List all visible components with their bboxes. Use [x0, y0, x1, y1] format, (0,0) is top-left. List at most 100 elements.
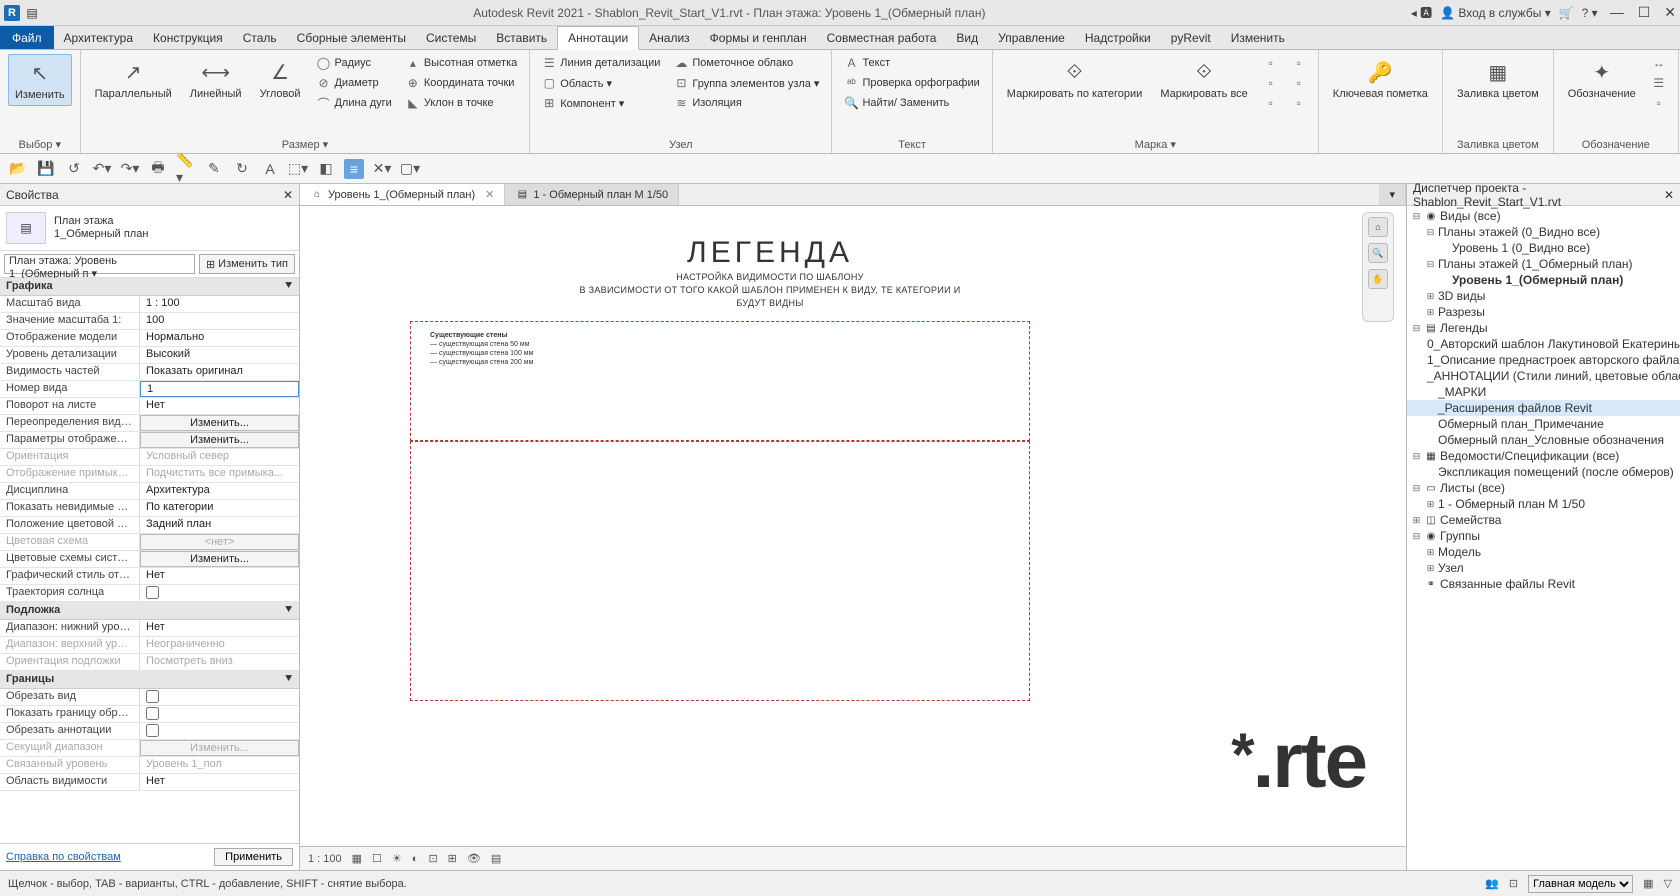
qat-undo-icon[interactable]: ↶▾ — [92, 159, 112, 179]
qat-redo-icon[interactable]: ↷▾ — [120, 159, 140, 179]
menu-архитектура[interactable]: Архитектура — [54, 26, 144, 49]
prop-row[interactable]: Область видимостиНет — [0, 774, 299, 791]
detail-line-button[interactable]: ☰Линия детализации — [538, 54, 664, 72]
prop-section[interactable]: Подложка⯆ — [0, 602, 299, 620]
prop-row[interactable]: Отображение примыка...Подчистить все при… — [0, 466, 299, 483]
tree-item[interactable]: ⊞1 - Обмерный план М 1/50 — [1407, 496, 1680, 512]
navigation-bar[interactable]: ⌂ 🔍 ✋ — [1362, 212, 1394, 322]
tree-item[interactable]: Экспликация помещений (после обмеров) — [1407, 464, 1680, 480]
tree-item[interactable]: ⊞3D виды — [1407, 288, 1680, 304]
tree-item[interactable]: Уровень 1_(Обмерный план) — [1407, 272, 1680, 288]
tree-item[interactable]: ⊞Разрезы — [1407, 304, 1680, 320]
diameter-button[interactable]: ⊘Диаметр — [312, 74, 395, 92]
text-button[interactable]: AТекст — [840, 54, 983, 72]
colorfill-button[interactable]: ▦Заливка цветом — [1451, 54, 1545, 104]
tag-small-4[interactable]: ▫ — [1288, 54, 1310, 72]
view-tab[interactable]: ▤1 - Обмерный план М 1/50 — [505, 184, 679, 205]
edit-type-button[interactable]: ⊞ Изменить тип — [199, 254, 295, 274]
prop-row[interactable]: Значение масштаба 1:100 — [0, 313, 299, 330]
tag-small-3[interactable]: ▫ — [1260, 94, 1282, 112]
menu-вид[interactable]: Вид — [946, 26, 988, 49]
properties-help-link[interactable]: Справка по свойствам — [6, 851, 121, 863]
tree-item[interactable]: Обмерный план_Условные обозначения — [1407, 432, 1680, 448]
prop-section[interactable]: Графика⯆ — [0, 278, 299, 296]
menu-аннотации[interactable]: Аннотации — [557, 26, 639, 50]
menu-анализ[interactable]: Анализ — [639, 26, 700, 49]
scale-control[interactable]: 1 : 100 — [308, 853, 342, 865]
tree-item[interactable]: ⚭Связанные файлы Revit — [1407, 576, 1680, 592]
menu-вставить[interactable]: Вставить — [486, 26, 557, 49]
qat-text-icon[interactable]: A — [260, 159, 280, 179]
qat-save-icon[interactable]: 💾 — [36, 159, 56, 179]
properties-grid[interactable]: Графика⯆Масштаб вида1 : 100Значение масш… — [0, 278, 299, 843]
qat-open-icon[interactable]: 📂 — [8, 159, 28, 179]
prop-row[interactable]: Переопределения види...Изменить... — [0, 415, 299, 432]
menu-сталь[interactable]: Сталь — [233, 26, 287, 49]
spot-coord-button[interactable]: ⊕Координата точки — [402, 74, 521, 92]
tree-item[interactable]: _АННОТАЦИИ (Стили линий, цветовые област… — [1407, 368, 1680, 384]
prop-row[interactable]: Диапазон: нижний уров...Нет — [0, 620, 299, 637]
region-button[interactable]: ▢Область ▾ — [538, 74, 664, 92]
detailgroup-button[interactable]: ⊡Группа элементов узла ▾ — [670, 74, 823, 92]
menu-совместная работа[interactable]: Совместная работа — [817, 26, 947, 49]
tree-item[interactable]: ⊟Планы этажей (1_Обмерный план) — [1407, 256, 1680, 272]
menu-надстройки[interactable]: Надстройки — [1075, 26, 1161, 49]
project-browser-tree[interactable]: ⊟◉Виды (все)⊟Планы этажей (0_Видно все)У… — [1407, 206, 1680, 870]
qat-3d-icon[interactable]: ⬚▾ — [288, 159, 308, 179]
menu-сборные элементы[interactable]: Сборные элементы — [287, 26, 416, 49]
sunpath-icon[interactable]: ☀ — [392, 852, 402, 865]
prop-row[interactable]: Ориентация подложкиПосмотреть вниз — [0, 654, 299, 671]
prop-row[interactable]: Положение цветовой сх...Задний план — [0, 517, 299, 534]
info-center-icon[interactable]: ◂ 🅰 — [1411, 4, 1432, 21]
crop-show-icon[interactable]: ⊞ — [448, 852, 457, 865]
properties-close-icon[interactable]: ✕ — [283, 188, 293, 202]
tree-item[interactable]: ⊟▦Ведомости/Спецификации (все) — [1407, 448, 1680, 464]
arclength-button[interactable]: ⌒Длина дуги — [312, 94, 395, 112]
shadows-icon[interactable]: ◐ — [412, 853, 419, 865]
tree-item[interactable]: ⊟▭Листы (все) — [1407, 480, 1680, 496]
tree-item[interactable]: ⊞Узел — [1407, 560, 1680, 576]
status-workset-icon[interactable]: 👥 — [1485, 877, 1499, 890]
linear-dim-button[interactable]: ⟷Линейный — [184, 54, 248, 104]
prop-row[interactable]: Масштаб вида1 : 100 — [0, 296, 299, 313]
type-selector[interactable]: ▤ План этажа 1_Обмерный план — [0, 206, 299, 251]
sym-small-2[interactable]: ☰ — [1648, 74, 1670, 92]
status-model-icon[interactable]: ⊡ — [1509, 877, 1518, 890]
prop-row[interactable]: Связанный уровеньУровень 1_пол — [0, 757, 299, 774]
status-model-select[interactable]: Главная модель — [1528, 875, 1633, 893]
sym-small-1[interactable]: ↔ — [1648, 54, 1670, 72]
prop-row[interactable]: ОриентацияУсловный север — [0, 449, 299, 466]
browser-close-icon[interactable]: ✕ — [1664, 188, 1674, 202]
modify-button[interactable]: ↖ Изменить — [8, 54, 72, 106]
tag-all-button[interactable]: ⟐Маркировать все — [1154, 54, 1253, 104]
help-icon[interactable]: ? ▾ — [1582, 6, 1598, 20]
qat-print-icon[interactable]: 🖶 — [148, 159, 168, 179]
prop-row[interactable]: Обрезать вид — [0, 689, 299, 706]
cart-icon[interactable]: 🛒 — [1559, 6, 1574, 20]
spellcheck-button[interactable]: ᵃᵇПроверка орфографии — [840, 74, 983, 92]
hide-icon[interactable]: 👁 — [467, 852, 481, 865]
view-tab[interactable]: ⌂Уровень 1_(Обмерный план)✕ — [300, 184, 505, 205]
login-button[interactable]: 👤 Вход в службы ▾ — [1440, 6, 1551, 20]
tree-item[interactable]: 0_Авторский шаблон Лакутиновой Екатерины — [1407, 336, 1680, 352]
spot-slope-button[interactable]: ◣Уклон в точке — [402, 94, 521, 112]
status-select-icon[interactable]: ▦ — [1643, 877, 1653, 890]
prop-row[interactable]: Обрезать аннотации — [0, 723, 299, 740]
menu-управление[interactable]: Управление — [988, 26, 1075, 49]
tree-item[interactable]: ⊟◉Группы — [1407, 528, 1680, 544]
findreplace-button[interactable]: 🔍Найти/ Заменить — [840, 94, 983, 112]
view-tab-options[interactable]: ▾ — [1379, 184, 1406, 205]
tree-item[interactable]: ⊞◫Семейства — [1407, 512, 1680, 528]
prop-row[interactable]: Уровень детализацииВысокий — [0, 347, 299, 364]
qat-tag-icon[interactable]: ↻ — [232, 159, 252, 179]
reveal-icon[interactable]: ▤ — [491, 852, 501, 865]
prop-row[interactable]: Параметры отображени...Изменить... — [0, 432, 299, 449]
tree-item[interactable]: _МАРКИ — [1407, 384, 1680, 400]
close-button[interactable]: ✕ — [1664, 4, 1676, 21]
menu-pyrevit[interactable]: pyRevit — [1161, 26, 1221, 49]
nav-home-icon[interactable]: ⌂ — [1368, 217, 1388, 237]
prop-section[interactable]: Границы⯆ — [0, 671, 299, 689]
crop-region-2[interactable] — [410, 441, 1030, 701]
file-menu[interactable]: Файл — [0, 26, 54, 49]
prop-row[interactable]: Показать невидимые ли...По категории — [0, 500, 299, 517]
